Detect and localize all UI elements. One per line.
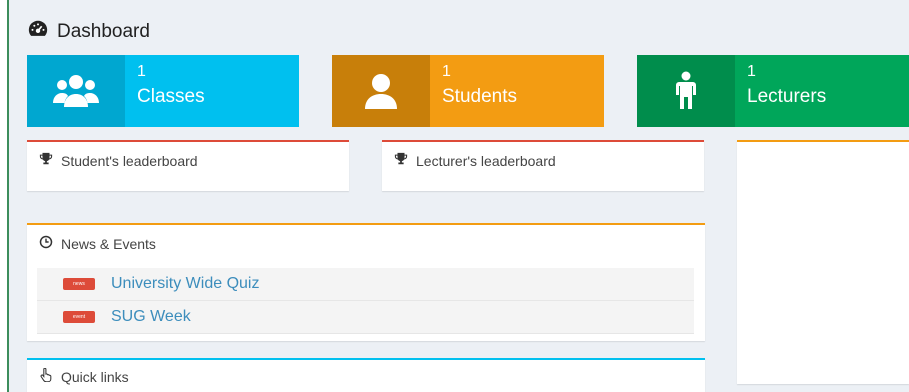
classes-count: 1 [137, 63, 146, 80]
lecturer-leaderboard-panel: Lecturer's leaderboard [382, 140, 704, 191]
news-events-title: News & Events [61, 235, 156, 252]
news-events-panel: News & Events news University Wide Quiz … [27, 223, 705, 341]
hand-pointer-icon [39, 367, 53, 385]
page-title-text: Dashboard [57, 21, 150, 42]
news-link[interactable]: University Wide Quiz [111, 275, 259, 293]
student-leaderboard-panel: Student's leaderboard [27, 140, 349, 191]
male-icon [637, 55, 735, 127]
stat-box-lecturers[interactable]: 1 Lecturers [637, 55, 909, 127]
students-count: 1 [442, 63, 451, 80]
sidebar-edge [0, 0, 9, 392]
side-panel [737, 140, 909, 384]
students-label: Students [442, 86, 517, 107]
lecturers-count: 1 [747, 63, 756, 80]
classes-label: Classes [137, 86, 205, 107]
quick-links-title: Quick links [61, 368, 129, 385]
student-leaderboard-title: Student's leaderboard [61, 152, 198, 169]
list-item[interactable]: news University Wide Quiz [37, 268, 694, 301]
stat-box-students[interactable]: 1 Students [332, 55, 604, 127]
stat-box-classes[interactable]: 1 Classes [27, 55, 299, 127]
user-icon [332, 55, 430, 127]
users-icon [27, 55, 125, 127]
event-link[interactable]: SUG Week [111, 308, 191, 326]
trophy-icon [394, 152, 408, 169]
event-tag-badge: event [63, 311, 95, 323]
news-tag-badge: news [63, 278, 95, 290]
list-item[interactable]: event SUG Week [37, 301, 694, 334]
lecturer-leaderboard-title: Lecturer's leaderboard [416, 152, 556, 169]
quick-links-panel: Quick links [27, 358, 705, 392]
news-list: news University Wide Quiz event SUG Week [37, 268, 694, 334]
lecturers-label: Lecturers [747, 86, 827, 107]
dashboard-icon [27, 18, 49, 46]
page-title: Dashboard [27, 18, 150, 46]
clock-icon [39, 235, 53, 252]
trophy-icon [39, 152, 53, 169]
